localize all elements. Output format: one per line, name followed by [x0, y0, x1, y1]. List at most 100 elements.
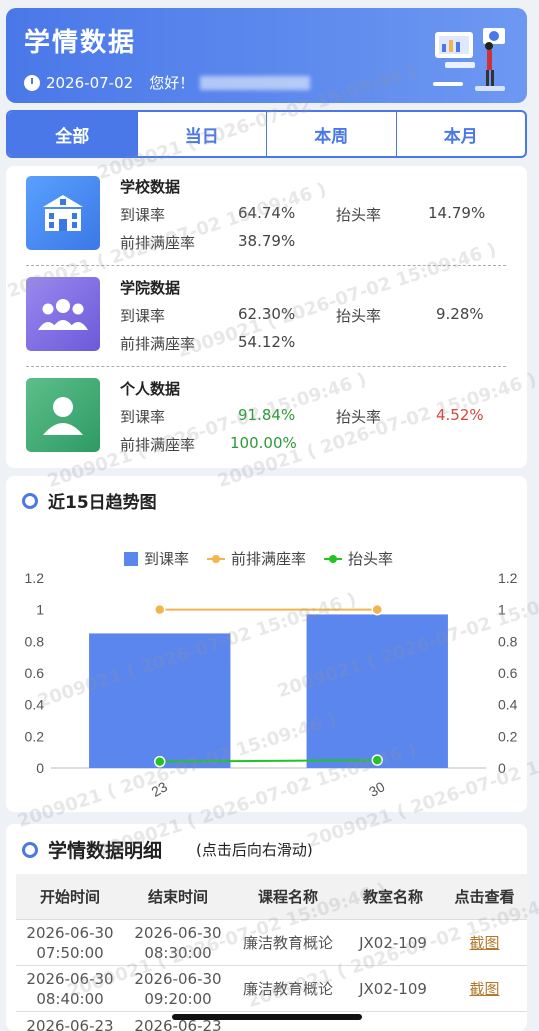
room-cell: JX02-109 [359, 933, 427, 952]
table-row[interactable]: 2026-06-30 07:50:00 2026-06-30 08:30:00 廉洁… [16, 920, 527, 966]
attend-label: 到课率 [120, 408, 166, 426]
divider [26, 366, 506, 367]
tab-today[interactable]: 当日 [136, 112, 267, 156]
end-time-cell: 2026-06-30 09:20:00 [134, 969, 222, 1008]
table-row[interactable]: 2026-06-30 08:40:00 2026-06-30 09:20:00 廉洁… [16, 966, 527, 1012]
y-tick-label-right: 0.2 [498, 728, 518, 744]
screenshot-link[interactable]: 截图 [469, 934, 499, 952]
x-tick-label: 23 [149, 778, 171, 800]
head-label: 抬头率 [336, 206, 382, 224]
detail-table[interactable]: 开始时间 结束时间 课程名称 教室名称 点击查看 2026-06-30 07:50… [16, 874, 527, 1031]
attend-value: 91.84% [238, 406, 296, 424]
y-tick-label-left: 0 [36, 760, 44, 776]
table-header-row: 开始时间 结束时间 课程名称 教室名称 点击查看 [16, 874, 527, 920]
front-label: 前排满座率 [120, 335, 196, 353]
head-value: 4.52% [436, 406, 484, 424]
bar-mark [89, 633, 231, 768]
stats-card: 学校数据 到课率 64.74% 抬头率 14.79% 前排满座率 38.79% … [6, 166, 527, 468]
personal-stats-row[interactable]: 个人数据 到课率 91.84% 抬头率 4.52% 前排满座率 100.00% [6, 368, 527, 463]
y-tick-label-left: 0.4 [25, 697, 45, 713]
legend-label: 到课率 [144, 550, 190, 568]
divider [26, 265, 506, 266]
group-icon [26, 277, 100, 351]
y-tick-label-left: 0.8 [25, 633, 45, 649]
redacted-username [200, 75, 311, 90]
section-ring-icon [22, 841, 38, 858]
screenshot-link[interactable]: 截图 [469, 980, 499, 998]
head-label: 抬头率 [336, 408, 382, 426]
detail-card: 学情数据明细 (点击后向右滑动) 开始时间 结束时间 课程名称 教室名称 点击查… [6, 824, 527, 1031]
college-stats-title: 学院数据 [120, 279, 181, 297]
line-point [371, 754, 383, 766]
x-tick-label: 30 [366, 778, 388, 800]
line-point [371, 603, 383, 616]
y-tick-label-left: 1 [36, 602, 44, 618]
personal-stats-title: 个人数据 [120, 380, 181, 398]
school-stats-row[interactable]: 学校数据 到课率 64.74% 抬头率 14.79% 前排满座率 38.79% [6, 166, 527, 261]
bar-mark [306, 614, 448, 768]
course-cell: 廉洁教育概论 [242, 933, 333, 952]
y-tick-label-right: 0.8 [498, 633, 518, 649]
trend-title: 近15日趋势图 [48, 493, 157, 513]
clock-icon [24, 74, 40, 91]
tab-all[interactable]: 全部 [8, 112, 137, 156]
front-label: 前排满座率 [120, 234, 196, 252]
attend-label: 到课率 [120, 206, 166, 224]
attend-value: 62.30% [238, 305, 296, 323]
section-ring-icon [22, 492, 38, 509]
legend-swatch [124, 551, 138, 566]
page-title: 学情数据 [24, 28, 137, 58]
y-tick-label-left: 0.2 [25, 728, 45, 744]
front-value: 100.00% [230, 434, 297, 452]
line-point [154, 755, 166, 768]
detail-title: 学情数据明细 [48, 840, 163, 862]
start-time-cell: 2026-06-30 08:40:00 [26, 969, 114, 1008]
period-tabs: 全部 当日 本周 本月 [6, 110, 527, 158]
y-tick-label-right: 0.4 [498, 697, 518, 713]
y-tick-label-left: 1.2 [25, 572, 45, 586]
y-tick-label-right: 1.2 [498, 572, 518, 586]
col-header: 开始时间 [39, 887, 100, 906]
home-indicator[interactable] [172, 1014, 362, 1020]
col-header: 教室名称 [362, 887, 423, 906]
y-tick-label-left: 0.6 [25, 665, 45, 681]
user-icon [26, 378, 100, 452]
detail-section-header: 学情数据明细 (点击后向右滑动) [22, 836, 313, 863]
legend-label: 前排满座率 [231, 550, 307, 568]
y-tick-label-right: 1 [498, 602, 506, 618]
course-cell: 廉洁教育概论 [242, 979, 333, 998]
col-header: 点击查看 [454, 887, 515, 906]
y-tick-label-right: 0.6 [498, 665, 518, 681]
tab-week[interactable]: 本周 [266, 112, 396, 156]
tab-month[interactable]: 本月 [395, 112, 526, 156]
end-time-cell: 2026-06-30 08:30:00 [134, 923, 222, 962]
head-label: 抬头率 [336, 307, 382, 325]
front-value: 54.12% [238, 333, 296, 351]
front-label: 前排满座率 [120, 436, 196, 454]
header-date: 2026-07-02 [46, 73, 134, 92]
trend-chart-card: 近15日趋势图 到课率 前排满座率 抬头率 0 0 0.2 0.2 0.4 0.4 0.6 0… [6, 476, 527, 812]
analytics-illustration-icon [433, 28, 505, 91]
header-banner: 学情数据 2026-07-02 您好！ [6, 8, 527, 103]
start-time-cell: 2026-06-30 07:50:00 [26, 923, 114, 962]
header-subline: 2026-07-02 您好！ [24, 72, 311, 93]
head-value: 14.79% [428, 204, 486, 222]
line-point [154, 603, 166, 616]
attend-label: 到课率 [120, 307, 166, 325]
greeting: 您好！ [149, 74, 195, 92]
start-time-cell: 2026-06-23 [26, 1017, 114, 1031]
room-cell: JX02-109 [359, 979, 427, 998]
front-value: 38.79% [238, 232, 296, 250]
college-stats-row[interactable]: 学院数据 到课率 62.30% 抬头率 9.28% 前排满座率 54.12% [6, 267, 527, 362]
attend-value: 64.74% [238, 204, 296, 222]
legend-label: 抬头率 [348, 550, 394, 568]
school-stats-title: 学校数据 [120, 178, 181, 196]
col-header: 结束时间 [147, 887, 208, 906]
head-value: 9.28% [436, 305, 484, 323]
legend-swatch [207, 554, 226, 563]
school-icon [26, 176, 100, 250]
legend-head[interactable]: 抬头率 [324, 548, 393, 569]
trend-section-header: 近15日趋势图 [22, 488, 157, 513]
legend-front[interactable]: 前排满座率 [207, 548, 306, 569]
legend-attend[interactable]: 到课率 [124, 548, 189, 569]
